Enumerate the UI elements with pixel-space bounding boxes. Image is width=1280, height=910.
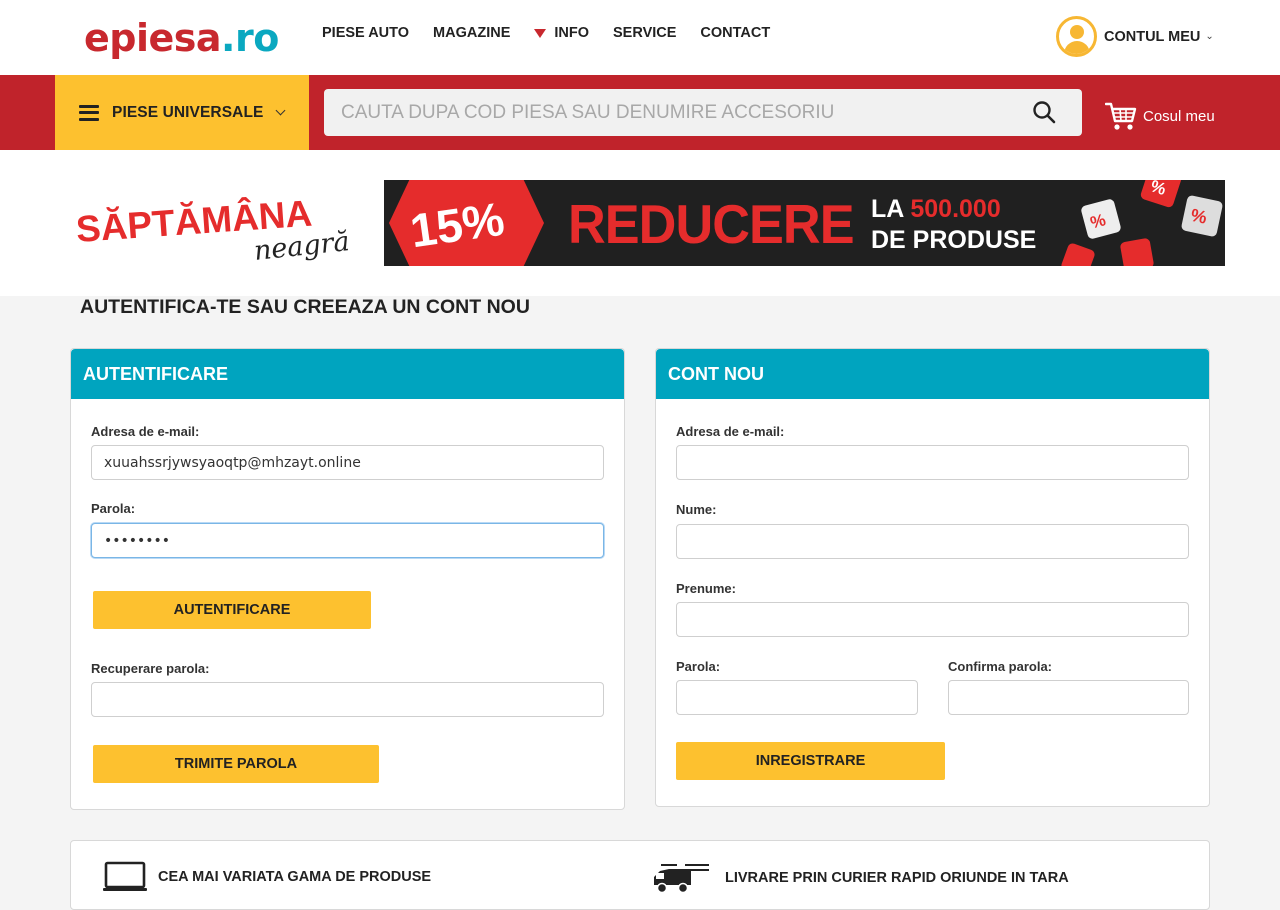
- login-submit-button[interactable]: AUTENTIFICARE: [93, 591, 371, 629]
- feature-label: LIVRARE PRIN CURIER RAPID ORIUNDE IN TAR…: [725, 870, 1069, 886]
- features-strip: CEA MAI VARIATA GAMA DE PRODUSE LIVRARE …: [70, 840, 1210, 910]
- banner-la-number: 500.000: [910, 195, 1001, 223]
- register-heading: CONT NOU: [656, 349, 1209, 399]
- register-name-label: Nume:: [676, 502, 717, 517]
- discount-banner: 15% % % % REDUCERE LA 500.000 DE PRODUSE: [384, 180, 1225, 266]
- logo-e: e: [84, 16, 110, 60]
- shopping-cart-icon: [1105, 102, 1137, 130]
- site-logo[interactable]: e piesa. ro: [84, 14, 279, 62]
- main-nav: PIESE AUTO MAGAZINE INFO SERVICE CONTACT: [322, 25, 794, 41]
- register-surname-label: Prenume:: [676, 581, 736, 596]
- banner-reducere: REDUCERE: [568, 193, 855, 255]
- banner-de-produse: DE PRODUSE: [871, 226, 1037, 254]
- login-heading: AUTENTIFICARE: [71, 349, 624, 399]
- feature-item: CEA MAI VARIATA GAMA DE PRODUSE: [103, 861, 431, 893]
- category-label: PIESE UNIVERSALE: [112, 103, 264, 121]
- category-menu-button[interactable]: PIESE UNIVERSALE: [55, 75, 309, 150]
- hamburger-icon: [79, 104, 99, 121]
- promo-banner[interactable]: SĂPTĂMÂNA neagră 15% % % % REDUCERE LA 5…: [0, 150, 1280, 296]
- search-icon[interactable]: [1032, 100, 1056, 124]
- login-email-input[interactable]: [91, 445, 604, 480]
- register-email-input[interactable]: [676, 445, 1189, 480]
- page-title: AUTENTIFICA-TE SAU CREEAZA UN CONT NOU: [80, 296, 530, 318]
- nav-info-label: INFO: [554, 25, 590, 41]
- chevron-down-icon: ⌄: [1205, 31, 1214, 42]
- register-submit-button[interactable]: INREGISTRARE: [676, 742, 945, 780]
- nav-piese-auto[interactable]: PIESE AUTO: [322, 25, 409, 41]
- cart-link[interactable]: Cosul meu: [1105, 101, 1215, 131]
- register-confirm-input[interactable]: [948, 680, 1189, 715]
- nav-service[interactable]: SERVICE: [613, 25, 676, 41]
- register-name-input[interactable]: [676, 524, 1189, 559]
- register-confirm-label: Confirma parola:: [948, 659, 1053, 674]
- delivery-truck-icon: [654, 864, 709, 894]
- search-box: [324, 89, 1082, 136]
- recover-password-label: Recuperare parola:: [91, 661, 210, 676]
- account-label: CONTUL MEU: [1104, 28, 1201, 45]
- register-password-input[interactable]: [676, 680, 918, 715]
- logo-piesa: piesa: [109, 16, 222, 60]
- nav-contact[interactable]: CONTACT: [700, 25, 770, 41]
- send-password-button[interactable]: TRIMITE PAROLA: [93, 745, 379, 783]
- login-email-label: Adresa de e-mail:: [91, 424, 200, 439]
- account-menu[interactable]: CONTUL MEU ⌄: [1056, 16, 1214, 57]
- black-week-title: SĂPTĂMÂNA neagră: [77, 192, 351, 267]
- register-password-label: Parola:: [676, 659, 721, 674]
- feature-item: LIVRARE PRIN CURIER RAPID ORIUNDE IN TAR…: [651, 861, 1069, 895]
- triangle-down-icon: [534, 28, 547, 38]
- cart-label: Cosul meu: [1143, 107, 1215, 125]
- feature-label: CEA MAI VARIATA GAMA DE PRODUSE: [158, 869, 432, 885]
- recover-email-input[interactable]: [91, 682, 604, 717]
- chevron-down-icon: [276, 105, 286, 116]
- top-header: e piesa. ro PIESE AUTO MAGAZINE INFO SERVI…: [0, 0, 1280, 75]
- login-password-input[interactable]: [91, 523, 604, 558]
- user-avatar-icon: [1056, 16, 1097, 57]
- search-input[interactable]: [324, 89, 1004, 136]
- register-surname-input[interactable]: [676, 602, 1189, 637]
- register-panel: CONT NOU Adresa de e-mail: Nume: Prenume…: [655, 348, 1210, 807]
- login-panel: AUTENTIFICARE Adresa de e-mail: Parola: …: [70, 348, 625, 810]
- laptop-icon: [103, 861, 147, 891]
- dice-decoration-icon: % % %: [1061, 180, 1223, 266]
- nav-info[interactable]: INFO: [534, 25, 589, 41]
- banner-la-line: LA 500.000: [871, 195, 1001, 224]
- banner-la: LA: [871, 195, 904, 223]
- login-password-label: Parola:: [91, 501, 136, 516]
- nav-magazine[interactable]: MAGAZINE: [433, 25, 510, 41]
- logo-ro: ro: [234, 16, 279, 60]
- search-bar-strip: PIESE UNIVERSALE Cosul meu: [0, 75, 1280, 150]
- register-email-label: Adresa de e-mail:: [676, 424, 785, 439]
- logo-dot: .: [221, 16, 235, 60]
